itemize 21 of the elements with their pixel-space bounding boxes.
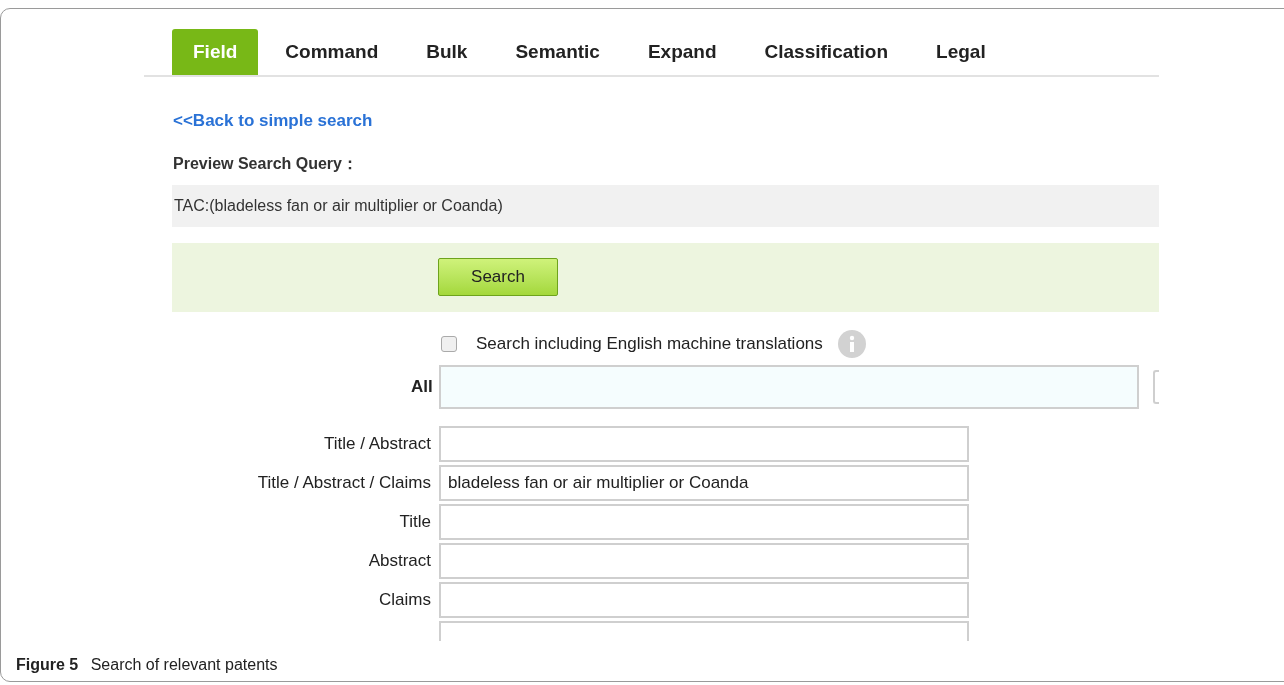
query-text: TAC:(bladeless fan or air multiplier or Coanda) xyxy=(174,195,503,216)
search-button[interactable]: Search xyxy=(438,258,558,296)
tab[interactable]: Semantic xyxy=(494,29,621,75)
field-label: Claims xyxy=(378,588,431,611)
field-label: Abstract xyxy=(367,549,431,572)
input-field[interactable]: bladeless fan or air multiplier or Coanda xyxy=(439,464,969,501)
field-label: Title / Abstract / Claims xyxy=(256,471,431,494)
tab[interactable]: Bulk xyxy=(405,29,489,75)
info-icon[interactable] xyxy=(837,329,866,358)
preview-label: Preview Search Query： xyxy=(173,154,358,172)
tab[interactable]: Command xyxy=(264,29,400,75)
field-label: Title xyxy=(398,510,431,533)
back-link[interactable]: <<Back to simple search xyxy=(173,111,373,130)
checkbox[interactable] xyxy=(441,335,457,352)
tab[interactable]: Legal xyxy=(915,29,1007,75)
tab[interactable]: Classification xyxy=(743,29,910,75)
checkbox-label: Search including English machine translations xyxy=(476,332,823,355)
field-label: All xyxy=(409,375,433,398)
field-label: Title / Abstract xyxy=(322,432,431,455)
figure-caption: Figure 5 Search of relevant patents xyxy=(16,656,278,673)
tab[interactable]: Expand xyxy=(626,29,738,75)
